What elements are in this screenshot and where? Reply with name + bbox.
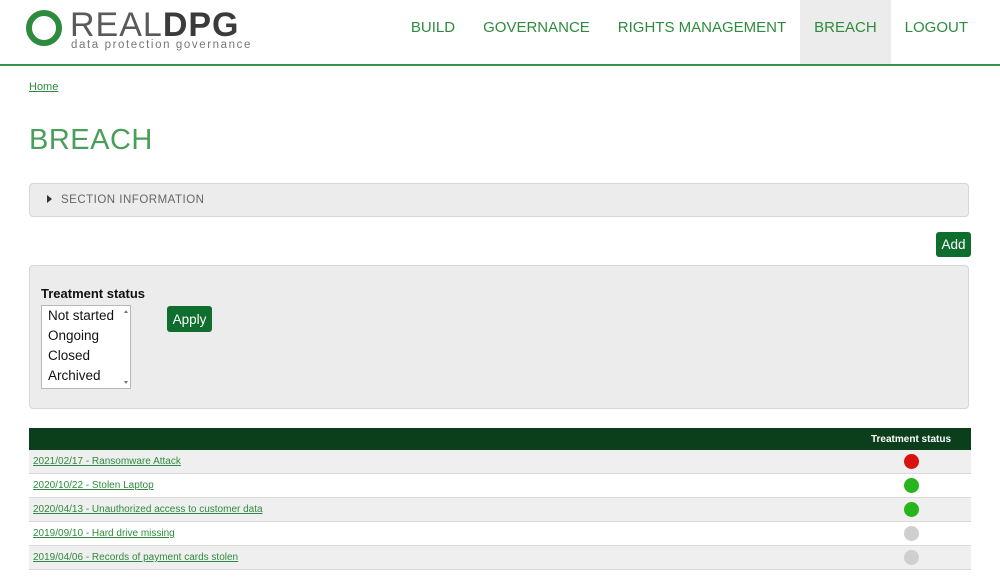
- add-button[interactable]: Add: [936, 232, 971, 257]
- option-closed[interactable]: Closed: [42, 346, 130, 366]
- treatment-status-cell: [851, 521, 971, 546]
- scroll-up-icon[interactable]: [124, 310, 128, 313]
- nav-build[interactable]: BUILD: [397, 0, 469, 64]
- section-information-label: SECTION INFORMATION: [61, 194, 205, 206]
- status-dot-icon: [903, 478, 919, 493]
- site-header: REALDPG data protection governance BUILD…: [0, 0, 1000, 66]
- breach-table: Treatment status 2021/02/17 - Ransomware…: [29, 428, 971, 570]
- option-archived[interactable]: Archived: [42, 366, 130, 386]
- status-dot-icon: [903, 550, 919, 565]
- option-ongoing[interactable]: Ongoing: [42, 326, 130, 346]
- treatment-status-cell: [851, 450, 971, 474]
- nav-logout[interactable]: LOGOUT: [891, 0, 982, 64]
- breach-name-cell: 2019/04/06 - Records of payment cards st…: [29, 545, 851, 570]
- nav-breach[interactable]: BREACH: [800, 0, 891, 64]
- logo-tagline: data protection governance: [71, 39, 252, 51]
- breach-link[interactable]: 2020/10/22 - Stolen Laptop: [33, 480, 154, 491]
- treatment-status-select[interactable]: Not started Ongoing Closed Archived: [41, 305, 131, 389]
- treatment-status-cell: [851, 545, 971, 570]
- table-header-row: Treatment status: [29, 428, 971, 450]
- treatment-status-cell: [851, 497, 971, 522]
- section-information-toggle[interactable]: SECTION INFORMATION: [29, 183, 969, 217]
- scroll-down-icon[interactable]: [124, 381, 128, 384]
- breach-name-cell: 2019/09/10 - Hard drive missing: [29, 521, 851, 546]
- status-dot-icon: [903, 454, 919, 469]
- breach-name-cell: 2021/02/17 - Ransomware Attack: [29, 450, 851, 474]
- status-dot-icon: [903, 526, 919, 541]
- logo-ring-icon: [26, 10, 62, 46]
- table-row: 2020/10/22 - Stolen Laptop: [29, 473, 971, 498]
- breach-link[interactable]: 2019/04/06 - Records of payment cards st…: [33, 552, 238, 563]
- main-nav: BUILD GOVERNANCE RIGHTS MANAGEMENT BREAC…: [397, 0, 982, 64]
- breadcrumb-home-link[interactable]: Home: [29, 81, 58, 93]
- breach-link[interactable]: 2021/02/17 - Ransomware Attack: [33, 456, 181, 467]
- breach-name-cell: 2020/10/22 - Stolen Laptop: [29, 473, 851, 498]
- breach-name-cell: 2020/04/13 - Unauthorized access to cust…: [29, 497, 851, 522]
- column-header-name: [29, 428, 851, 450]
- breadcrumb: Home: [29, 81, 58, 93]
- option-not-started[interactable]: Not started: [42, 306, 130, 326]
- breach-link[interactable]: 2020/04/13 - Unauthorized access to cust…: [33, 504, 263, 515]
- nav-rights-management[interactable]: RIGHTS MANAGEMENT: [604, 0, 800, 64]
- apply-button[interactable]: Apply: [167, 306, 212, 332]
- status-dot-icon: [903, 502, 919, 517]
- table-row: 2020/04/13 - Unauthorized access to cust…: [29, 497, 971, 522]
- nav-governance[interactable]: GOVERNANCE: [469, 0, 604, 64]
- treatment-status-cell: [851, 473, 971, 498]
- breach-link[interactable]: 2019/09/10 - Hard drive missing: [33, 528, 175, 539]
- table-row: 2021/02/17 - Ransomware Attack: [29, 450, 971, 474]
- treatment-status-label: Treatment status: [41, 286, 146, 301]
- table-row: 2019/04/06 - Records of payment cards st…: [29, 545, 971, 570]
- caret-right-icon: [47, 195, 52, 203]
- page-title: BREACH: [29, 124, 153, 156]
- table-row: 2019/09/10 - Hard drive missing: [29, 521, 971, 546]
- column-header-treatment-status[interactable]: Treatment status: [851, 428, 971, 450]
- filter-panel: Treatment status Not started Ongoing Clo…: [29, 265, 969, 409]
